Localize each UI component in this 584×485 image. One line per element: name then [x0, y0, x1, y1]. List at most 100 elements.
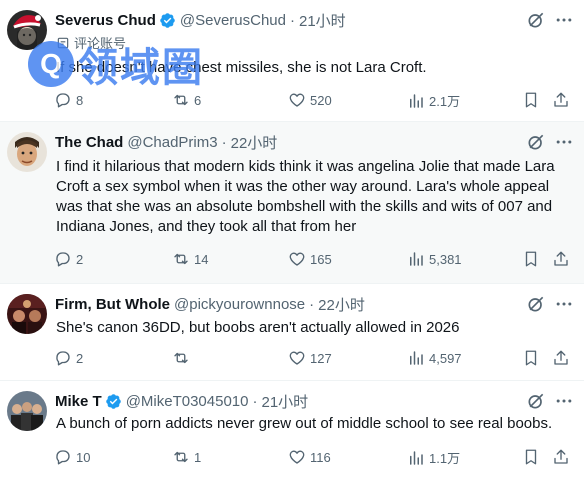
- timestamp[interactable]: 22小时: [231, 132, 278, 153]
- avatar[interactable]: [7, 294, 47, 334]
- heart-icon: [289, 351, 305, 365]
- display-name[interactable]: Mike T: [55, 393, 102, 410]
- like-count: 520: [310, 92, 332, 108]
- heart-icon: [289, 450, 305, 464]
- tweet-header: The Chad @ChadPrim3 · 22小时: [55, 132, 278, 153]
- action-bar: 2 127 4,597: [54, 349, 574, 369]
- views-count: 2.1万: [429, 94, 461, 109]
- tweet[interactable]: Mike T @MikeT03045010 · 21小时 A bunch of …: [0, 381, 584, 485]
- bookmark-icon: [525, 92, 537, 108]
- verified-badge-icon: [105, 393, 122, 410]
- more-dots-icon[interactable]: [554, 10, 574, 30]
- repost-arrows-icon: [174, 253, 188, 265]
- user-handle[interactable]: @MikeT03045010: [126, 393, 249, 410]
- repost-button[interactable]: [172, 349, 194, 367]
- bookmark-button[interactable]: [522, 91, 540, 109]
- bookmark-button[interactable]: [522, 250, 540, 268]
- tweet-header: Mike T @MikeT03045010 · 21小时: [55, 391, 309, 412]
- action-bar: 8 6 520 2.1万: [54, 91, 574, 111]
- reply-button[interactable]: 2: [54, 250, 83, 268]
- grok-slash-circle-icon[interactable]: [526, 391, 546, 411]
- views-button[interactable]: 4,597: [407, 349, 462, 367]
- repost-button[interactable]: 6: [172, 91, 201, 109]
- tweet-text: If she doesn't have chest missiles, she …: [56, 59, 427, 76]
- share-button[interactable]: [552, 250, 570, 268]
- avatar[interactable]: [7, 132, 47, 172]
- like-button[interactable]: 520: [288, 91, 332, 109]
- repost-button[interactable]: 1: [172, 448, 201, 466]
- share-upload-icon: [554, 92, 568, 107]
- user-handle[interactable]: @pickyourownnose: [174, 296, 305, 313]
- user-handle[interactable]: @ChadPrim3: [127, 134, 217, 151]
- like-count: 165: [310, 251, 332, 267]
- tweet[interactable]: Firm, But Whole @pickyourownnose · 22小时 …: [0, 284, 584, 381]
- bookmark-button[interactable]: [522, 448, 540, 466]
- user-handle[interactable]: @SeverusChud: [180, 12, 286, 29]
- views-button[interactable]: 2.1万: [407, 91, 460, 110]
- share-button[interactable]: [552, 448, 570, 466]
- repost-count: 6: [194, 92, 202, 108]
- share-button[interactable]: [552, 349, 570, 367]
- flag-icon: [57, 37, 69, 48]
- bookmark-icon: [525, 350, 537, 366]
- display-name[interactable]: Firm, But Whole: [55, 296, 170, 313]
- timestamp[interactable]: 22小时: [318, 294, 365, 315]
- views-count: 5,381: [429, 251, 462, 267]
- action-bar: 10 1 116 1.1万: [54, 448, 574, 468]
- avatar[interactable]: [7, 391, 47, 431]
- speech-bubble-icon: [56, 450, 70, 465]
- display-name[interactable]: The Chad: [55, 134, 123, 151]
- share-button[interactable]: [552, 91, 570, 109]
- grok-slash-circle-icon[interactable]: [526, 294, 546, 314]
- tweet-header: Firm, But Whole @pickyourownnose · 22小时: [55, 294, 365, 315]
- repost-count: 14: [194, 251, 209, 267]
- repost-arrows-icon: [174, 352, 188, 364]
- verified-badge-icon: [159, 12, 176, 29]
- tweet[interactable]: Severus Chud @SeverusChud · 21小时 评论账号 If…: [0, 0, 584, 122]
- like-button[interactable]: 127: [288, 349, 332, 367]
- share-upload-icon: [554, 251, 568, 266]
- like-button[interactable]: 165: [288, 250, 332, 268]
- like-count: 127: [310, 350, 332, 366]
- reply-button[interactable]: 2: [54, 349, 83, 367]
- avatar[interactable]: [7, 10, 47, 50]
- views-count: 1.1万: [429, 451, 461, 466]
- tweet[interactable]: The Chad @ChadPrim3 · 22小时 I find it hil…: [0, 122, 584, 284]
- action-bar: 2 14 165 5,381: [54, 250, 574, 270]
- comment-account-label: 评论账号: [56, 33, 126, 52]
- bar-chart-icon: [410, 450, 423, 465]
- reply-button[interactable]: 10: [54, 448, 90, 466]
- views-button[interactable]: 1.1万: [407, 448, 460, 467]
- grok-slash-circle-icon[interactable]: [526, 132, 546, 152]
- repost-count: 1: [194, 449, 202, 465]
- bar-chart-icon: [410, 93, 423, 108]
- timestamp[interactable]: 21小时: [262, 391, 309, 412]
- tweet-header: Severus Chud @SeverusChud · 21小时: [55, 10, 346, 31]
- repost-arrows-icon: [174, 94, 188, 106]
- reply-count: 10: [76, 449, 91, 465]
- share-upload-icon: [554, 350, 568, 365]
- more-dots-icon[interactable]: [554, 132, 574, 152]
- display-name[interactable]: Severus Chud: [55, 12, 156, 29]
- views-button[interactable]: 5,381: [407, 250, 462, 268]
- repost-arrows-icon: [174, 451, 188, 463]
- grok-slash-circle-icon[interactable]: [526, 10, 546, 30]
- like-button[interactable]: 116: [288, 448, 331, 466]
- more-dots-icon[interactable]: [554, 391, 574, 411]
- tweet-text: A bunch of porn addicts never grew out o…: [56, 415, 553, 432]
- repost-button[interactable]: 14: [172, 250, 208, 268]
- heart-icon: [289, 93, 305, 107]
- speech-bubble-icon: [56, 252, 70, 267]
- reply-button[interactable]: 8: [54, 91, 83, 109]
- timestamp[interactable]: 21小时: [299, 10, 346, 31]
- bookmark-icon: [525, 449, 537, 465]
- tweet-text: I find it hilarious that modern kids thi…: [56, 158, 555, 235]
- bookmark-button[interactable]: [522, 349, 540, 367]
- speech-bubble-icon: [56, 351, 70, 366]
- more-dots-icon[interactable]: [554, 294, 574, 314]
- bookmark-icon: [525, 251, 537, 267]
- like-count: 116: [310, 449, 331, 465]
- reply-count: 2: [76, 350, 84, 366]
- share-upload-icon: [554, 449, 568, 464]
- bar-chart-icon: [410, 351, 423, 365]
